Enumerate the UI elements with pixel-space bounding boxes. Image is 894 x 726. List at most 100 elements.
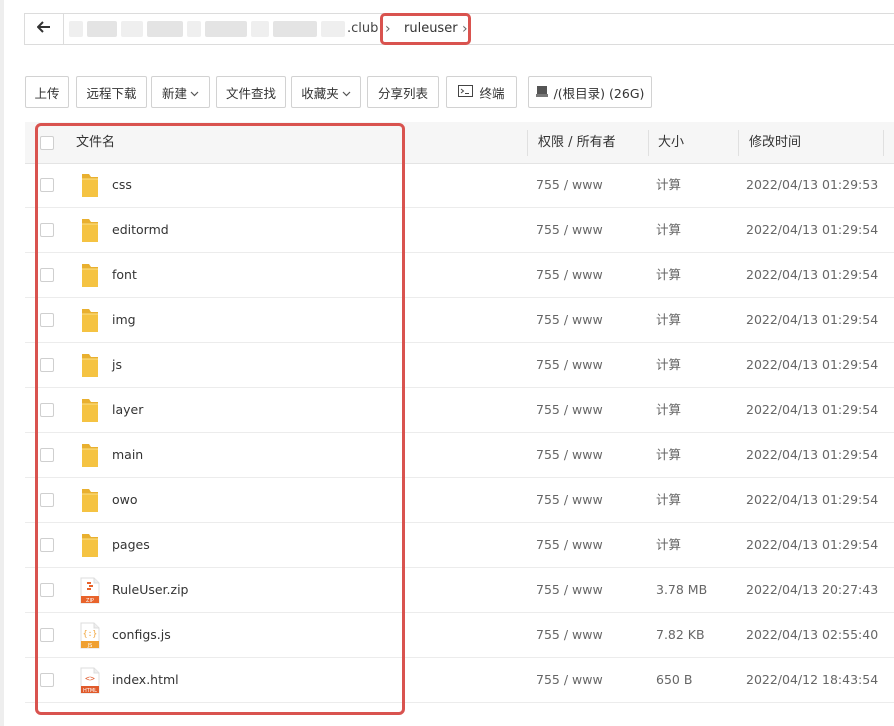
header-size[interactable]: 大小: [658, 122, 684, 164]
disk-button[interactable]: /(根目录) (26G): [528, 76, 652, 108]
modified-time: 2022/04/13 02:55:40: [746, 627, 879, 642]
file-search-button[interactable]: 文件查找: [216, 76, 286, 108]
file-name[interactable]: font: [112, 253, 137, 297]
row-checkbox[interactable]: [40, 673, 54, 687]
row-checkbox[interactable]: [40, 583, 54, 597]
calculate-size-link[interactable]: 计算: [656, 388, 681, 432]
remote-download-button[interactable]: 远程下载: [76, 76, 147, 108]
calculate-size-link[interactable]: 计算: [656, 478, 681, 522]
table-row[interactable]: css 755 / www 计算 2022/04/13 01:29:53: [25, 163, 894, 208]
modified-time: 2022/04/13 01:29:54: [746, 447, 879, 462]
folder-icon: [79, 307, 101, 334]
row-checkbox[interactable]: [40, 178, 54, 192]
file-icon-label: ZIP: [86, 598, 94, 604]
header-filename[interactable]: 文件名: [76, 122, 115, 164]
file-size: 7.82 KB: [656, 627, 705, 642]
folder-icon: [79, 352, 101, 379]
table-row[interactable]: {:} JS configs.js 755 / www 7.82 KB 2022/04/1…: [25, 613, 894, 658]
file-name[interactable]: js: [112, 343, 122, 387]
file-icon-label: HTML: [83, 688, 97, 694]
modified-time: 2022/04/13 01:29:54: [746, 222, 879, 237]
table-row[interactable]: font 755 / www 计算 2022/04/13 01:29:54: [25, 253, 894, 298]
file-icon-label: JS: [87, 643, 93, 649]
arrow-left-icon: [36, 21, 51, 37]
row-checkbox[interactable]: [40, 223, 54, 237]
file-name[interactable]: RuleUser.zip: [112, 568, 189, 612]
permission-owner[interactable]: 755 / www: [536, 433, 603, 477]
file-name[interactable]: owo: [112, 478, 138, 522]
row-checkbox[interactable]: [40, 448, 54, 462]
file-name[interactable]: img: [112, 298, 136, 342]
path-bar: .club › ruleuser ›: [24, 13, 894, 45]
modified-time: 2022/04/13 01:29:54: [746, 537, 879, 552]
html-file-icon: <> HTML: [79, 667, 101, 694]
table-row[interactable]: img 755 / www 计算 2022/04/13 01:29:54: [25, 298, 894, 343]
calculate-size-link[interactable]: 计算: [656, 208, 681, 252]
upload-button[interactable]: 上传: [25, 76, 69, 108]
modified-time: 2022/04/13 01:29:54: [746, 312, 879, 327]
file-table-header: 文件名 权限 / 所有者 大小 修改时间: [25, 122, 894, 164]
table-row[interactable]: main 755 / www 计算 2022/04/13 01:29:54: [25, 433, 894, 478]
calculate-size-link[interactable]: 计算: [656, 523, 681, 567]
chevron-right-icon: ›: [462, 21, 468, 37]
left-edge: [0, 0, 4, 726]
table-row[interactable]: <> HTML index.html 755 / www 650 B 2022/04/12…: [25, 658, 894, 703]
row-checkbox[interactable]: [40, 358, 54, 372]
table-row[interactable]: layer 755 / www 计算 2022/04/13 01:29:54: [25, 388, 894, 433]
permission-owner[interactable]: 755 / www: [536, 658, 603, 702]
terminal-button[interactable]: 终端: [446, 76, 517, 108]
back-button[interactable]: [25, 14, 64, 44]
file-name[interactable]: css: [112, 163, 132, 207]
chevron-down-icon: [190, 85, 199, 100]
permission-owner[interactable]: 755 / www: [536, 343, 603, 387]
row-checkbox[interactable]: [40, 538, 54, 552]
table-row[interactable]: editormd 755 / www 计算 2022/04/13 01:29:54: [25, 208, 894, 253]
calculate-size-link[interactable]: 计算: [656, 298, 681, 342]
calculate-size-link[interactable]: 计算: [656, 163, 681, 207]
permission-owner[interactable]: 755 / www: [536, 388, 603, 432]
select-all-checkbox[interactable]: [40, 136, 54, 150]
file-name[interactable]: pages: [112, 523, 150, 567]
calculate-size-link[interactable]: 计算: [656, 343, 681, 387]
permission-owner[interactable]: 755 / www: [536, 478, 603, 522]
file-name[interactable]: layer: [112, 388, 143, 432]
calculate-size-link[interactable]: 计算: [656, 253, 681, 297]
modified-time: 2022/04/13 20:27:43: [746, 582, 879, 597]
permission-owner[interactable]: 755 / www: [536, 253, 603, 297]
permission-owner[interactable]: 755 / www: [536, 568, 603, 612]
row-checkbox[interactable]: [40, 403, 54, 417]
table-row[interactable]: pages 755 / www 计算 2022/04/13 01:29:54: [25, 523, 894, 568]
file-name[interactable]: main: [112, 433, 143, 477]
permission-owner[interactable]: 755 / www: [536, 298, 603, 342]
svg-text:{:}: {:}: [83, 629, 97, 638]
header-modified[interactable]: 修改时间: [749, 122, 801, 164]
breadcrumb-current-folder[interactable]: ruleuser: [404, 14, 458, 44]
file-name[interactable]: configs.js: [112, 613, 171, 657]
disk-icon: [535, 85, 548, 100]
modified-time: 2022/04/13 01:29:54: [746, 492, 879, 507]
modified-time: 2022/04/13 01:29:53: [746, 177, 879, 192]
modified-time: 2022/04/13 01:29:54: [746, 402, 879, 417]
calculate-size-link[interactable]: 计算: [656, 433, 681, 477]
permission-owner[interactable]: 755 / www: [536, 163, 603, 207]
chevron-right-icon: ›: [385, 21, 391, 37]
row-checkbox[interactable]: [40, 313, 54, 327]
breadcrumb-domain[interactable]: .club: [347, 14, 378, 44]
table-row[interactable]: ZIP RuleUser.zip 755 / www 3.78 MB 2022/04/1…: [25, 568, 894, 613]
file-name[interactable]: editormd: [112, 208, 169, 252]
table-row[interactable]: js 755 / www 计算 2022/04/13 01:29:54: [25, 343, 894, 388]
permission-owner[interactable]: 755 / www: [536, 523, 603, 567]
file-name[interactable]: index.html: [112, 658, 179, 702]
folder-icon: [79, 532, 101, 559]
new-button[interactable]: 新建: [151, 76, 210, 108]
permission-owner[interactable]: 755 / www: [536, 208, 603, 252]
permission-owner[interactable]: 755 / www: [536, 613, 603, 657]
row-checkbox[interactable]: [40, 493, 54, 507]
row-checkbox[interactable]: [40, 268, 54, 282]
share-list-button[interactable]: 分享列表: [367, 76, 439, 108]
favorites-button[interactable]: 收藏夹: [291, 76, 361, 108]
row-checkbox[interactable]: [40, 628, 54, 642]
header-permission[interactable]: 权限 / 所有者: [538, 122, 616, 164]
table-row[interactable]: owo 755 / www 计算 2022/04/13 01:29:54: [25, 478, 894, 523]
folder-icon: [79, 262, 101, 289]
